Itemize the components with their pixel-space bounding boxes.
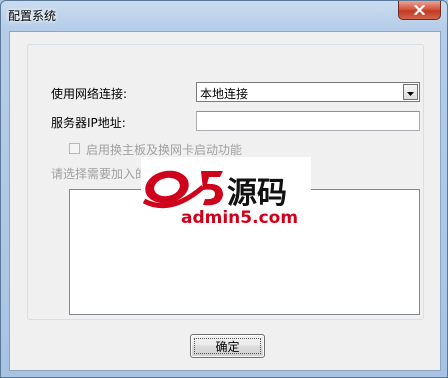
network-connection-label: 使用网络连接:	[51, 87, 128, 101]
window-title: 配置系统	[8, 9, 57, 23]
server-ip-input[interactable]	[196, 111, 420, 131]
network-connection-value: 本地连接	[200, 87, 249, 101]
config-window: 配置系统 使用网络连接: 本地连接 服务器IP地址: 启用换主板及换网卡启动功能…	[0, 0, 448, 378]
close-button[interactable]	[398, 1, 441, 20]
switch-hardware-label: 启用换主板及换网卡启动功能	[86, 143, 243, 157]
svg-text:admin5.com: admin5.com	[181, 208, 298, 228]
network-connection-select[interactable]: 本地连接	[196, 82, 420, 102]
chevron-down-icon	[407, 85, 414, 99]
ok-button[interactable]: 确定	[190, 334, 265, 358]
switch-hardware-checkbox[interactable]	[69, 143, 80, 154]
dropdown-arrow-button[interactable]	[403, 84, 418, 100]
title-bar[interactable]: 配置系统	[1, 1, 447, 31]
server-ip-label: 服务器IP地址:	[51, 116, 126, 130]
close-icon	[414, 5, 425, 15]
svg-text:源码: 源码	[227, 176, 287, 211]
watermark-logo: 源码 admin5.com	[141, 157, 311, 229]
